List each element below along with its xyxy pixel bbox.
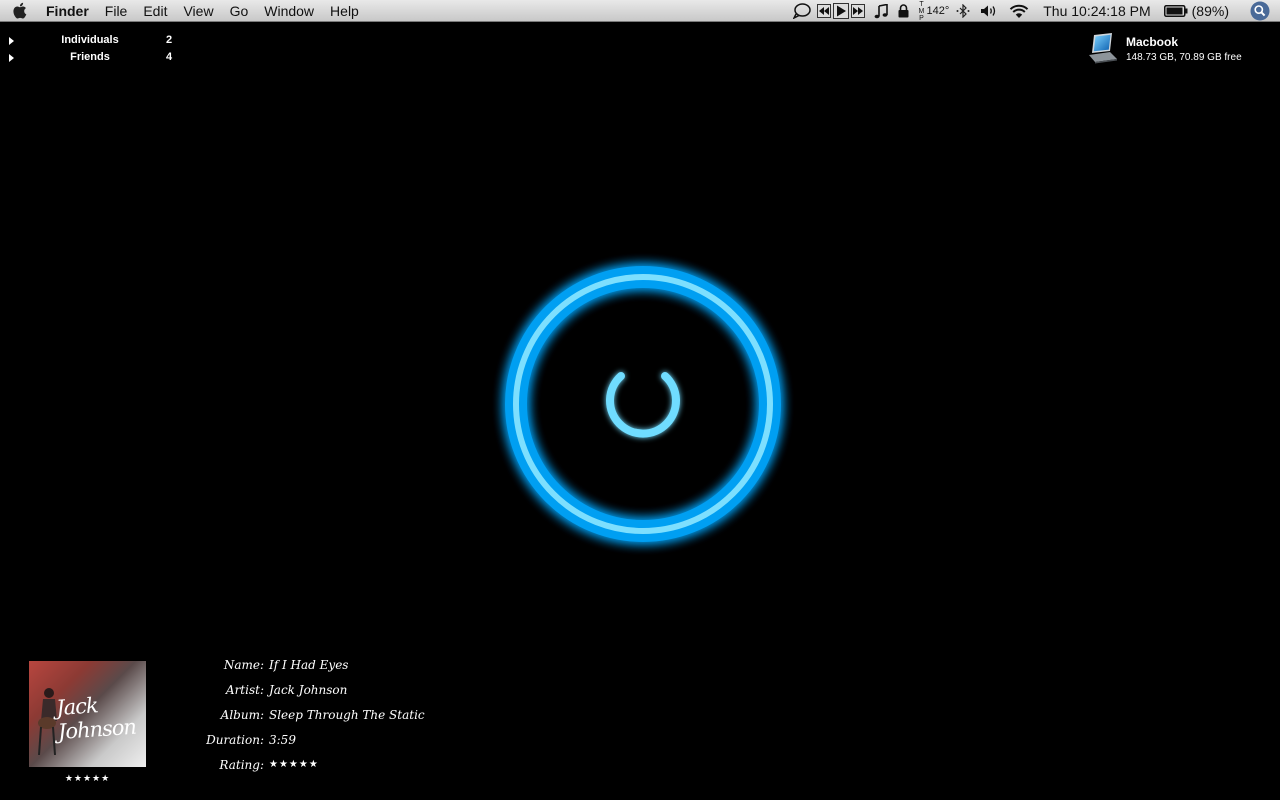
track-duration-row: Duration: 3:59	[190, 733, 590, 749]
chat-bubble-icon	[793, 3, 812, 19]
power-symbol-wallpaper	[505, 266, 781, 542]
fast-forward-icon	[851, 4, 866, 18]
menu-window[interactable]: Window	[256, 0, 322, 22]
track-artist-label: Artist:	[225, 683, 264, 697]
menu-file[interactable]: File	[97, 0, 136, 22]
rewind-icon	[817, 4, 832, 18]
track-duration-label: Duration:	[206, 733, 264, 747]
group-row-friends[interactable]: Friends 4	[6, 50, 186, 67]
group-count: 2	[166, 34, 173, 46]
temperature-icon: TMP	[918, 0, 925, 22]
track-rating-label: Rating:	[219, 758, 264, 772]
menu-bar: Finder File Edit View Go Window Help T M…	[0, 0, 1280, 22]
fast-forward-button[interactable]	[850, 0, 869, 22]
apple-icon	[12, 2, 26, 19]
outer-ring-highlight	[513, 274, 773, 534]
play-button[interactable]	[832, 0, 850, 22]
group-row-individuals[interactable]: Individuals 2	[6, 33, 186, 50]
disclosure-triangle-icon[interactable]	[9, 54, 14, 62]
track-album-value: Sleep Through The Static	[269, 708, 425, 722]
disclosure-triangle-icon[interactable]	[9, 37, 14, 45]
spotlight-icon	[1250, 1, 1270, 21]
album-artwork[interactable]: Jack Johnson	[29, 661, 146, 767]
music-note-icon	[875, 3, 889, 18]
group-name: Friends	[70, 51, 110, 63]
wifi-icon	[1010, 4, 1029, 18]
battery-percent: (89%)	[1191, 3, 1229, 19]
artwork-rating-stars: ★★★★★	[64, 773, 111, 783]
bluetooth-menu-extra[interactable]	[951, 0, 975, 22]
menu-go[interactable]: Go	[222, 0, 257, 22]
clock[interactable]: Thu 10:24:18 PM	[1035, 0, 1158, 22]
track-name-value: If I Had Eyes	[269, 658, 349, 672]
track-artist-value: Jack Johnson	[269, 683, 348, 697]
menu-edit[interactable]: Edit	[135, 0, 175, 22]
menu-finder[interactable]: Finder	[38, 0, 97, 22]
laptop-icon[interactable]	[1086, 31, 1120, 65]
volume-icon	[981, 5, 996, 17]
disk-capacity: 148.73 GB, 70.89 GB free	[1126, 52, 1242, 63]
track-duration-value: 3:59	[269, 733, 296, 747]
contact-groups-widget: Individuals 2 Friends 4	[6, 33, 186, 67]
group-name: Individuals	[61, 34, 119, 46]
track-name-row: Name: If I Had Eyes	[190, 658, 590, 674]
music-menu-extra[interactable]	[869, 0, 893, 22]
track-album-row: Album: Sleep Through The Static	[190, 708, 590, 724]
track-rating-stars: ★★★★★	[269, 759, 319, 770]
menu-view[interactable]: View	[175, 0, 221, 22]
track-name-label: Name:	[223, 658, 264, 672]
disk-widget: Macbook 148.73 GB, 70.89 GB free	[1086, 31, 1276, 67]
track-album-label: Album:	[220, 708, 264, 722]
lock-menu-extra[interactable]	[893, 0, 914, 22]
disk-name: Macbook	[1126, 35, 1179, 49]
track-artist-row: Artist: Jack Johnson	[190, 683, 590, 699]
rewind-button[interactable]	[816, 0, 832, 22]
track-rating-row: Rating: ★★★★★	[190, 758, 590, 774]
spotlight-button[interactable]	[1234, 0, 1280, 22]
play-icon	[833, 3, 850, 19]
group-count: 4	[166, 51, 173, 63]
temperature-menu-extra[interactable]: TMP 142°	[914, 0, 951, 22]
menu-help[interactable]: Help	[322, 0, 367, 22]
chat-menu-extra[interactable]	[788, 0, 816, 22]
wifi-menu-extra[interactable]	[1003, 0, 1035, 22]
apple-menu[interactable]	[0, 0, 38, 22]
battery-menu-extra[interactable]: (89%)	[1159, 0, 1234, 22]
lock-icon	[898, 4, 909, 18]
clock-text: Thu 10:24:18 PM	[1043, 3, 1151, 19]
volume-menu-extra[interactable]	[975, 0, 1003, 22]
temperature-value: 142°	[926, 5, 950, 17]
artwork-artist-text: Jack Johnson	[55, 693, 137, 745]
bluetooth-icon	[956, 4, 970, 18]
battery-icon	[1163, 5, 1188, 17]
